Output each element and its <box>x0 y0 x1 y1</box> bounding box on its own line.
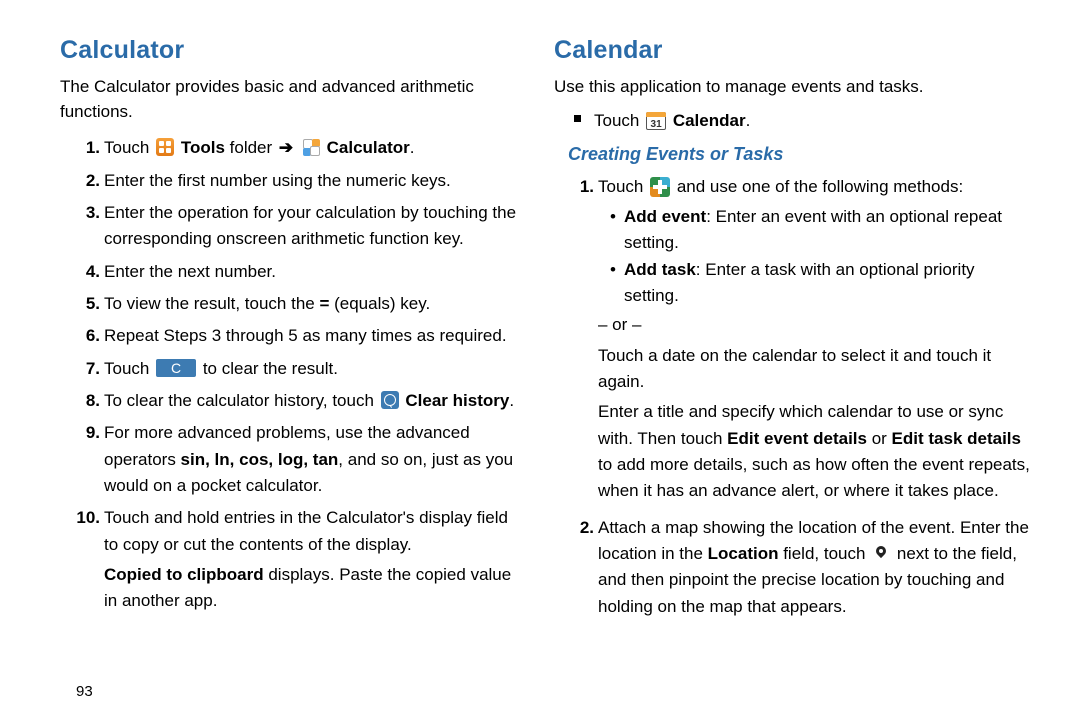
step-10: 10. Touch and hold entries in the Calcul… <box>86 502 518 621</box>
cal-step-1: 1. Touch and use one of the following me… <box>580 171 1032 512</box>
step1-folder: folder <box>230 138 277 157</box>
calendar-touch-bullet: Touch 31 Calendar. <box>574 108 1032 134</box>
step-5: 5. To view the result, touch the = (equa… <box>86 288 518 320</box>
calculator-icon <box>302 138 320 156</box>
calendar-31-icon: 31 <box>646 112 666 130</box>
step-6: 6.Repeat Steps 3 through 5 as many times… <box>86 320 518 352</box>
left-column: Calculator The Calculator provides basic… <box>60 32 546 700</box>
step1-calc: Calculator <box>327 138 410 157</box>
add-methods: Add event: Enter an event with an option… <box>610 204 1032 308</box>
touch-date-para: Touch a date on the calendar to select i… <box>598 343 1032 396</box>
page-number: 93 <box>76 683 93 700</box>
step1-pre: Touch <box>104 138 154 157</box>
step-7: 7. Touch C to clear the result. <box>86 353 518 385</box>
step1-tools: Tools <box>181 138 225 157</box>
clear-c-button-icon: C <box>156 359 196 377</box>
step-8: 8. To clear the calculator history, touc… <box>86 385 518 417</box>
add-plus-icon <box>650 177 670 197</box>
right-column: Calendar Use this application to manage … <box>546 32 1032 700</box>
arrow-icon: ➔ <box>277 138 295 157</box>
page: Calculator The Calculator provides basic… <box>0 0 1080 720</box>
tools-icon <box>156 138 174 156</box>
calendar-intro: Use this application to manage events an… <box>554 75 1032 100</box>
calendar-steps: 1. Touch and use one of the following me… <box>554 171 1032 623</box>
edit-details-para: Enter a title and specify which calendar… <box>598 399 1032 504</box>
step10-extra: Copied to clipboard displays. Paste the … <box>104 562 518 615</box>
calculator-steps: 1. Touch Tools folder ➔ Calculator. 2.En… <box>60 132 518 622</box>
step-3: 3.Enter the operation for your calculati… <box>86 197 518 256</box>
cal-step-2: 2. Attach a map showing the location of … <box>580 512 1032 623</box>
creating-events-subheading: Creating Events or Tasks <box>568 144 1032 165</box>
or-divider: – or – <box>598 312 1032 338</box>
history-clock-icon <box>381 391 399 409</box>
add-task-item: Add task: Enter a task with an optional … <box>610 257 1032 308</box>
calendar-heading: Calendar <box>554 36 1032 65</box>
touch-calendar-item: Touch 31 Calendar. <box>574 108 1032 134</box>
map-pin-icon <box>872 545 890 563</box>
step-4: 4.Enter the next number. <box>86 256 518 288</box>
add-event-item: Add event: Enter an event with an option… <box>610 204 1032 255</box>
calculator-heading: Calculator <box>60 36 518 65</box>
step-1: 1. Touch Tools folder ➔ Calculator. <box>86 132 518 164</box>
step-2: 2.Enter the first number using the numer… <box>86 165 518 197</box>
calculator-intro: The Calculator provides basic and advanc… <box>60 75 518 124</box>
step-9: 9. For more advanced problems, use the a… <box>86 417 518 502</box>
